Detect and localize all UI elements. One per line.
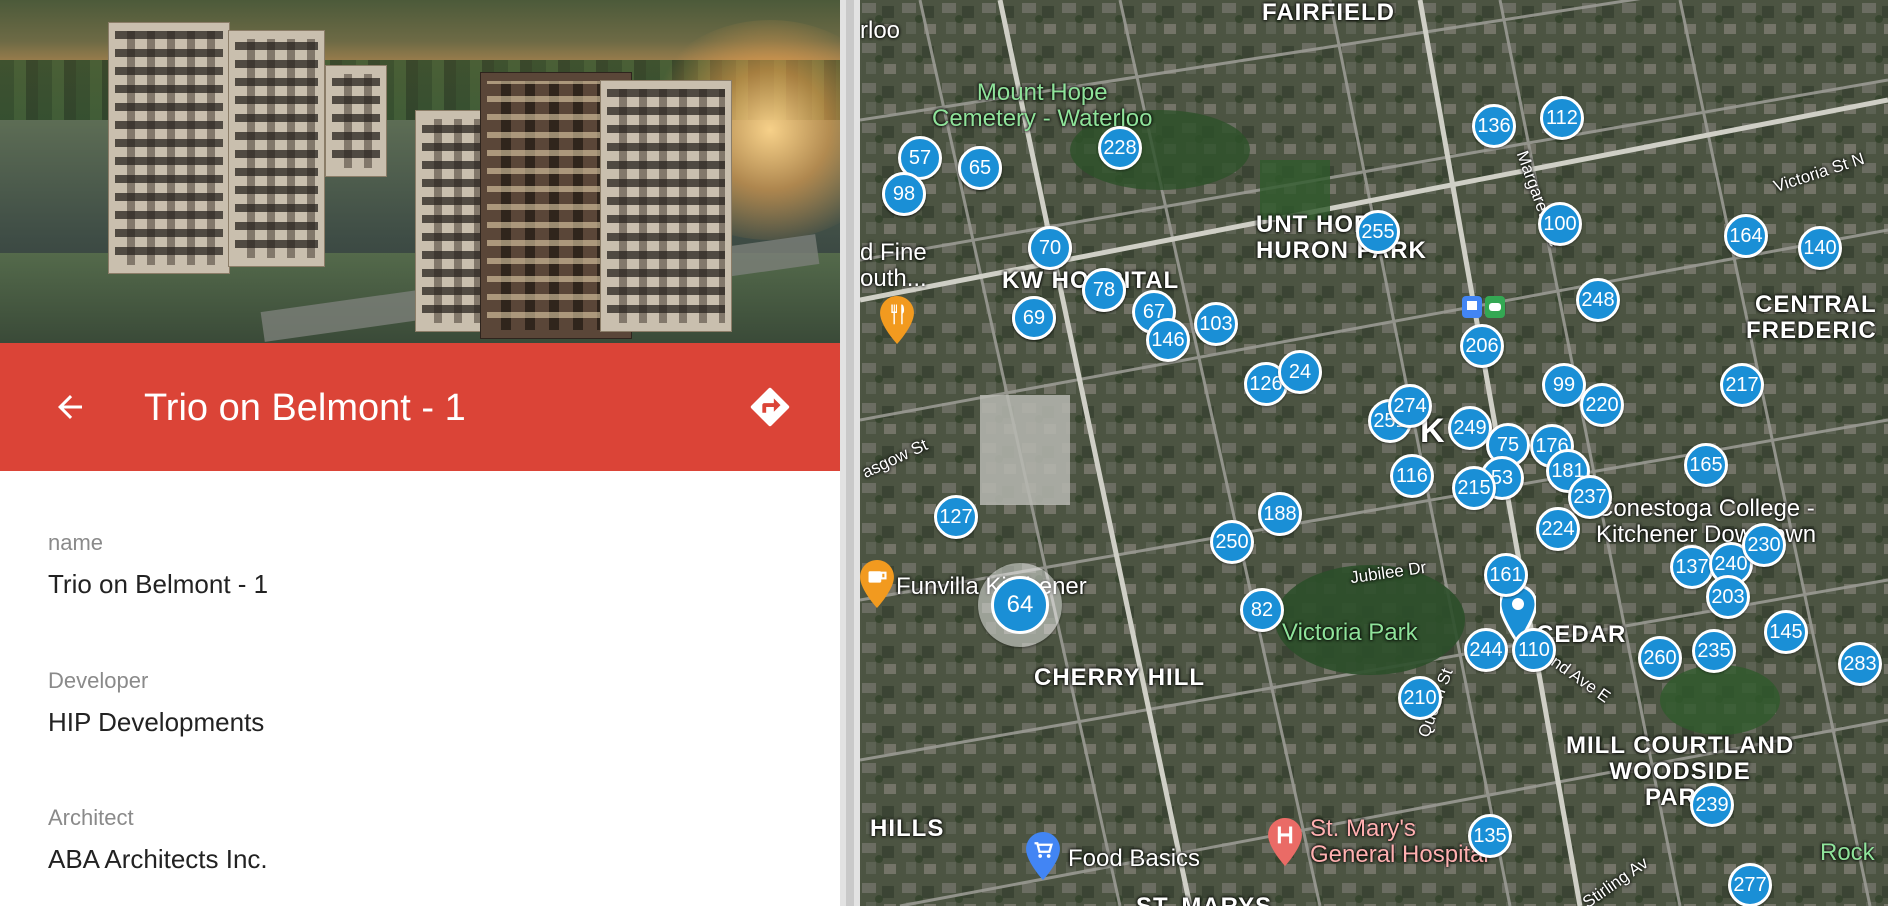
- cluster-marker[interactable]: 203: [1706, 575, 1750, 619]
- cluster-marker[interactable]: 250: [1210, 520, 1254, 564]
- field-label: Developer: [48, 668, 149, 693]
- map-label-mount-hope-huron-park: UNT HOPE HURON PARK: [1256, 211, 1427, 264]
- grocery-pin-icon[interactable]: [1026, 832, 1060, 880]
- field-architect: Architect ABA Architects Inc.: [48, 805, 268, 875]
- map-label-mill-courtland: MILL COURTLAND WOODSIDE PARK: [1566, 732, 1795, 811]
- cluster-marker[interactable]: 224: [1536, 507, 1580, 551]
- place-title: Trio on Belmont - 1: [144, 387, 466, 429]
- transit-icon[interactable]: [1462, 296, 1506, 320]
- cluster-marker[interactable]: 127: [934, 495, 978, 539]
- hospital-pin-icon[interactable]: [1268, 818, 1302, 866]
- cluster-marker[interactable]: 24: [1278, 350, 1322, 394]
- cluster-marker[interactable]: 164: [1724, 214, 1768, 258]
- details-panel: Trio on Belmont - 1 name Trio on Belmont…: [0, 0, 840, 906]
- cluster-marker[interactable]: 277: [1728, 863, 1772, 906]
- arrow-back-icon: [58, 395, 82, 419]
- cluster-marker[interactable]: 215: [1452, 466, 1496, 510]
- cluster-marker[interactable]: 137: [1670, 545, 1714, 589]
- cluster-marker[interactable]: 274: [1388, 384, 1432, 428]
- cluster-marker[interactable]: 69: [1012, 296, 1056, 340]
- cluster-marker[interactable]: 248: [1576, 278, 1620, 322]
- restaurant-pin-icon[interactable]: [880, 296, 914, 344]
- cluster-marker[interactable]: 260: [1638, 636, 1682, 680]
- cluster-marker[interactable]: 255: [1356, 210, 1400, 254]
- map-label-central-frederick: CENTRAL FREDERIC: [1746, 291, 1877, 344]
- field-value: Trio on Belmont - 1: [48, 569, 269, 599]
- cluster-marker[interactable]: 112: [1540, 96, 1584, 140]
- cluster-marker[interactable]: 228: [1098, 126, 1142, 170]
- cluster-marker[interactable]: 230: [1742, 523, 1786, 567]
- map-label-waterloo: rloo: [860, 17, 901, 44]
- cluster-marker[interactable]: 161: [1484, 553, 1528, 597]
- map-label-mount-hope-cemetery: Mount Hope Cemetery - Waterloo: [932, 79, 1153, 132]
- map-label-st-marys-area: ST. MARYS: [1136, 894, 1272, 906]
- back-button[interactable]: [42, 383, 98, 431]
- cluster-marker[interactable]: 165: [1684, 443, 1728, 487]
- map-label-food-basics: Food Basics: [1068, 845, 1201, 872]
- map-label-victoria-park: Victoria Park: [1282, 619, 1418, 646]
- field-label: name: [48, 530, 104, 555]
- cluster-marker[interactable]: 210: [1398, 676, 1442, 720]
- cluster-marker[interactable]: 188: [1258, 492, 1302, 536]
- panel-resize-handle[interactable]: [840, 0, 860, 906]
- cluster-marker[interactable]: 237: [1568, 475, 1612, 519]
- field-value: ABA Architects Inc.: [48, 844, 268, 874]
- selected-cluster-marker[interactable]: 64: [978, 563, 1062, 647]
- field-developer: Developer HIP Developments: [48, 668, 264, 738]
- map-label-cherry-hill: CHERRY HILL: [1034, 664, 1206, 691]
- cafe-pin-icon[interactable]: [860, 560, 894, 608]
- cluster-marker[interactable]: 136: [1472, 104, 1516, 148]
- cluster-marker[interactable]: 103: [1194, 302, 1238, 346]
- cluster-marker[interactable]: 220: [1580, 383, 1624, 427]
- cluster-marker[interactable]: 110: [1512, 628, 1556, 672]
- cluster-marker[interactable]: 65: [958, 146, 1002, 190]
- field-label: Architect: [48, 805, 134, 830]
- directions-icon: [750, 387, 790, 427]
- map-label-hills: HILLS: [870, 815, 945, 842]
- cluster-marker[interactable]: 235: [1692, 629, 1736, 673]
- cluster-marker[interactable]: 140: [1798, 226, 1842, 270]
- cluster-marker[interactable]: 206: [1460, 324, 1504, 368]
- map-label-rock: Rock: [1820, 839, 1875, 866]
- cluster-marker[interactable]: 145: [1764, 610, 1808, 654]
- map-label-fine-south: d Fine outh...: [860, 239, 927, 292]
- cluster-marker[interactable]: 135: [1468, 814, 1512, 858]
- cluster-marker[interactable]: 146: [1146, 318, 1190, 362]
- cluster-marker[interactable]: 78: [1082, 268, 1126, 312]
- cluster-marker[interactable]: 98: [882, 172, 926, 216]
- cluster-marker[interactable]: 239: [1690, 783, 1734, 827]
- cluster-marker[interactable]: 244: [1464, 628, 1508, 672]
- cluster-marker[interactable]: 100: [1538, 202, 1582, 246]
- map-label-fairfield: FAIRFIELD: [1262, 0, 1395, 26]
- cluster-marker[interactable]: 116: [1390, 454, 1434, 498]
- field-name: name Trio on Belmont - 1: [48, 530, 268, 600]
- directions-button[interactable]: [744, 381, 796, 433]
- cluster-marker[interactable]: 283: [1838, 642, 1882, 686]
- map-label-st-marys: St. Mary's General Hospital: [1310, 815, 1489, 868]
- cluster-marker[interactable]: 82: [1240, 588, 1284, 632]
- title-toolbar: Trio on Belmont - 1: [0, 343, 840, 471]
- cluster-marker[interactable]: 217: [1720, 363, 1764, 407]
- building-photo: [0, 0, 840, 343]
- cluster-marker[interactable]: 70: [1028, 226, 1072, 270]
- satellite-map[interactable]: FAIRFIELD rloo Mount Hope Cemetery - Wat…: [860, 0, 1888, 906]
- field-value: HIP Developments: [48, 707, 265, 737]
